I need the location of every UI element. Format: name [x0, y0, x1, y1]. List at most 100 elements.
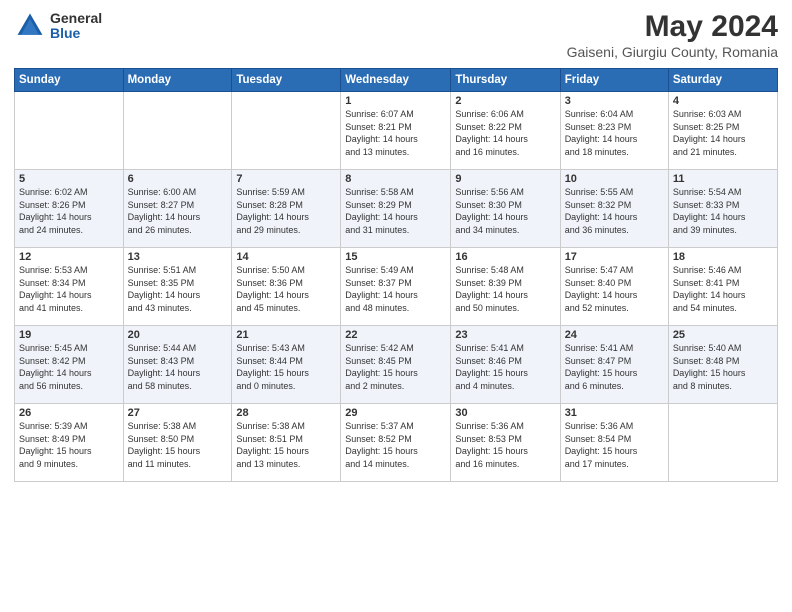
- calendar-cell: 11Sunrise: 5:54 AM Sunset: 8:33 PM Dayli…: [668, 170, 777, 248]
- day-number: 21: [236, 329, 336, 341]
- day-info: Sunrise: 5:36 AM Sunset: 8:53 PM Dayligh…: [455, 420, 555, 470]
- day-number: 13: [128, 251, 228, 263]
- calendar-cell: 21Sunrise: 5:43 AM Sunset: 8:44 PM Dayli…: [232, 326, 341, 404]
- day-number: 12: [19, 251, 119, 263]
- calendar-cell: 19Sunrise: 5:45 AM Sunset: 8:42 PM Dayli…: [15, 326, 124, 404]
- day-info: Sunrise: 5:50 AM Sunset: 8:36 PM Dayligh…: [236, 264, 336, 314]
- calendar-cell: [15, 92, 124, 170]
- calendar-cell: 26Sunrise: 5:39 AM Sunset: 8:49 PM Dayli…: [15, 404, 124, 482]
- logo-text: General Blue: [50, 11, 102, 42]
- calendar-cell: 5Sunrise: 6:02 AM Sunset: 8:26 PM Daylig…: [15, 170, 124, 248]
- calendar-cell: 9Sunrise: 5:56 AM Sunset: 8:30 PM Daylig…: [451, 170, 560, 248]
- weekday-header-tuesday: Tuesday: [232, 69, 341, 92]
- day-info: Sunrise: 6:06 AM Sunset: 8:22 PM Dayligh…: [455, 108, 555, 158]
- day-info: Sunrise: 6:02 AM Sunset: 8:26 PM Dayligh…: [19, 186, 119, 236]
- calendar-cell: 28Sunrise: 5:38 AM Sunset: 8:51 PM Dayli…: [232, 404, 341, 482]
- day-number: 20: [128, 329, 228, 341]
- calendar-cell: 12Sunrise: 5:53 AM Sunset: 8:34 PM Dayli…: [15, 248, 124, 326]
- calendar-cell: 31Sunrise: 5:36 AM Sunset: 8:54 PM Dayli…: [560, 404, 668, 482]
- page: General Blue May 2024 Gaiseni, Giurgiu C…: [0, 0, 792, 612]
- week-row-5: 26Sunrise: 5:39 AM Sunset: 8:49 PM Dayli…: [15, 404, 778, 482]
- day-number: 2: [455, 95, 555, 107]
- day-info: Sunrise: 5:39 AM Sunset: 8:49 PM Dayligh…: [19, 420, 119, 470]
- day-number: 28: [236, 407, 336, 419]
- day-number: 24: [565, 329, 664, 341]
- day-info: Sunrise: 5:55 AM Sunset: 8:32 PM Dayligh…: [565, 186, 664, 236]
- day-info: Sunrise: 5:56 AM Sunset: 8:30 PM Dayligh…: [455, 186, 555, 236]
- calendar-cell: 27Sunrise: 5:38 AM Sunset: 8:50 PM Dayli…: [123, 404, 232, 482]
- day-number: 4: [673, 95, 773, 107]
- day-number: 22: [345, 329, 446, 341]
- day-info: Sunrise: 5:44 AM Sunset: 8:43 PM Dayligh…: [128, 342, 228, 392]
- day-number: 7: [236, 173, 336, 185]
- weekday-header-monday: Monday: [123, 69, 232, 92]
- calendar-cell: 2Sunrise: 6:06 AM Sunset: 8:22 PM Daylig…: [451, 92, 560, 170]
- day-info: Sunrise: 5:45 AM Sunset: 8:42 PM Dayligh…: [19, 342, 119, 392]
- logo-icon: [14, 10, 46, 42]
- calendar-cell: 22Sunrise: 5:42 AM Sunset: 8:45 PM Dayli…: [341, 326, 451, 404]
- day-number: 10: [565, 173, 664, 185]
- day-info: Sunrise: 5:53 AM Sunset: 8:34 PM Dayligh…: [19, 264, 119, 314]
- day-number: 8: [345, 173, 446, 185]
- week-row-4: 19Sunrise: 5:45 AM Sunset: 8:42 PM Dayli…: [15, 326, 778, 404]
- day-info: Sunrise: 5:41 AM Sunset: 8:47 PM Dayligh…: [565, 342, 664, 392]
- calendar-cell: [123, 92, 232, 170]
- day-info: Sunrise: 5:37 AM Sunset: 8:52 PM Dayligh…: [345, 420, 446, 470]
- day-info: Sunrise: 6:07 AM Sunset: 8:21 PM Dayligh…: [345, 108, 446, 158]
- day-number: 15: [345, 251, 446, 263]
- calendar-cell: 8Sunrise: 5:58 AM Sunset: 8:29 PM Daylig…: [341, 170, 451, 248]
- day-number: 30: [455, 407, 555, 419]
- day-info: Sunrise: 5:58 AM Sunset: 8:29 PM Dayligh…: [345, 186, 446, 236]
- day-info: Sunrise: 5:36 AM Sunset: 8:54 PM Dayligh…: [565, 420, 664, 470]
- day-info: Sunrise: 5:41 AM Sunset: 8:46 PM Dayligh…: [455, 342, 555, 392]
- day-info: Sunrise: 5:48 AM Sunset: 8:39 PM Dayligh…: [455, 264, 555, 314]
- calendar-cell: 6Sunrise: 6:00 AM Sunset: 8:27 PM Daylig…: [123, 170, 232, 248]
- day-number: 18: [673, 251, 773, 263]
- day-number: 16: [455, 251, 555, 263]
- day-info: Sunrise: 6:04 AM Sunset: 8:23 PM Dayligh…: [565, 108, 664, 158]
- day-number: 1: [345, 95, 446, 107]
- calendar-cell: 17Sunrise: 5:47 AM Sunset: 8:40 PM Dayli…: [560, 248, 668, 326]
- day-info: Sunrise: 5:47 AM Sunset: 8:40 PM Dayligh…: [565, 264, 664, 314]
- day-number: 9: [455, 173, 555, 185]
- header: General Blue May 2024 Gaiseni, Giurgiu C…: [14, 10, 778, 60]
- day-number: 23: [455, 329, 555, 341]
- calendar-cell: 3Sunrise: 6:04 AM Sunset: 8:23 PM Daylig…: [560, 92, 668, 170]
- subtitle: Gaiseni, Giurgiu County, Romania: [567, 44, 778, 60]
- main-title: May 2024: [567, 10, 778, 44]
- day-number: 14: [236, 251, 336, 263]
- calendar-table: SundayMondayTuesdayWednesdayThursdayFrid…: [14, 68, 778, 482]
- weekday-header-row: SundayMondayTuesdayWednesdayThursdayFrid…: [15, 69, 778, 92]
- calendar-cell: 20Sunrise: 5:44 AM Sunset: 8:43 PM Dayli…: [123, 326, 232, 404]
- day-info: Sunrise: 5:51 AM Sunset: 8:35 PM Dayligh…: [128, 264, 228, 314]
- day-info: Sunrise: 5:40 AM Sunset: 8:48 PM Dayligh…: [673, 342, 773, 392]
- week-row-3: 12Sunrise: 5:53 AM Sunset: 8:34 PM Dayli…: [15, 248, 778, 326]
- week-row-2: 5Sunrise: 6:02 AM Sunset: 8:26 PM Daylig…: [15, 170, 778, 248]
- calendar-cell: 25Sunrise: 5:40 AM Sunset: 8:48 PM Dayli…: [668, 326, 777, 404]
- calendar-cell: 24Sunrise: 5:41 AM Sunset: 8:47 PM Dayli…: [560, 326, 668, 404]
- day-info: Sunrise: 5:54 AM Sunset: 8:33 PM Dayligh…: [673, 186, 773, 236]
- day-number: 19: [19, 329, 119, 341]
- day-info: Sunrise: 5:46 AM Sunset: 8:41 PM Dayligh…: [673, 264, 773, 314]
- weekday-header-sunday: Sunday: [15, 69, 124, 92]
- day-number: 5: [19, 173, 119, 185]
- day-info: Sunrise: 5:59 AM Sunset: 8:28 PM Dayligh…: [236, 186, 336, 236]
- day-number: 27: [128, 407, 228, 419]
- calendar-cell: 10Sunrise: 5:55 AM Sunset: 8:32 PM Dayli…: [560, 170, 668, 248]
- calendar-cell: [232, 92, 341, 170]
- title-block: May 2024 Gaiseni, Giurgiu County, Romani…: [567, 10, 778, 60]
- calendar-cell: 23Sunrise: 5:41 AM Sunset: 8:46 PM Dayli…: [451, 326, 560, 404]
- day-number: 17: [565, 251, 664, 263]
- weekday-header-wednesday: Wednesday: [341, 69, 451, 92]
- day-info: Sunrise: 5:38 AM Sunset: 8:50 PM Dayligh…: [128, 420, 228, 470]
- day-info: Sunrise: 5:49 AM Sunset: 8:37 PM Dayligh…: [345, 264, 446, 314]
- day-number: 6: [128, 173, 228, 185]
- calendar-cell: 7Sunrise: 5:59 AM Sunset: 8:28 PM Daylig…: [232, 170, 341, 248]
- day-number: 31: [565, 407, 664, 419]
- day-number: 11: [673, 173, 773, 185]
- weekday-header-saturday: Saturday: [668, 69, 777, 92]
- day-info: Sunrise: 5:42 AM Sunset: 8:45 PM Dayligh…: [345, 342, 446, 392]
- calendar-cell: 15Sunrise: 5:49 AM Sunset: 8:37 PM Dayli…: [341, 248, 451, 326]
- day-number: 3: [565, 95, 664, 107]
- calendar-cell: 18Sunrise: 5:46 AM Sunset: 8:41 PM Dayli…: [668, 248, 777, 326]
